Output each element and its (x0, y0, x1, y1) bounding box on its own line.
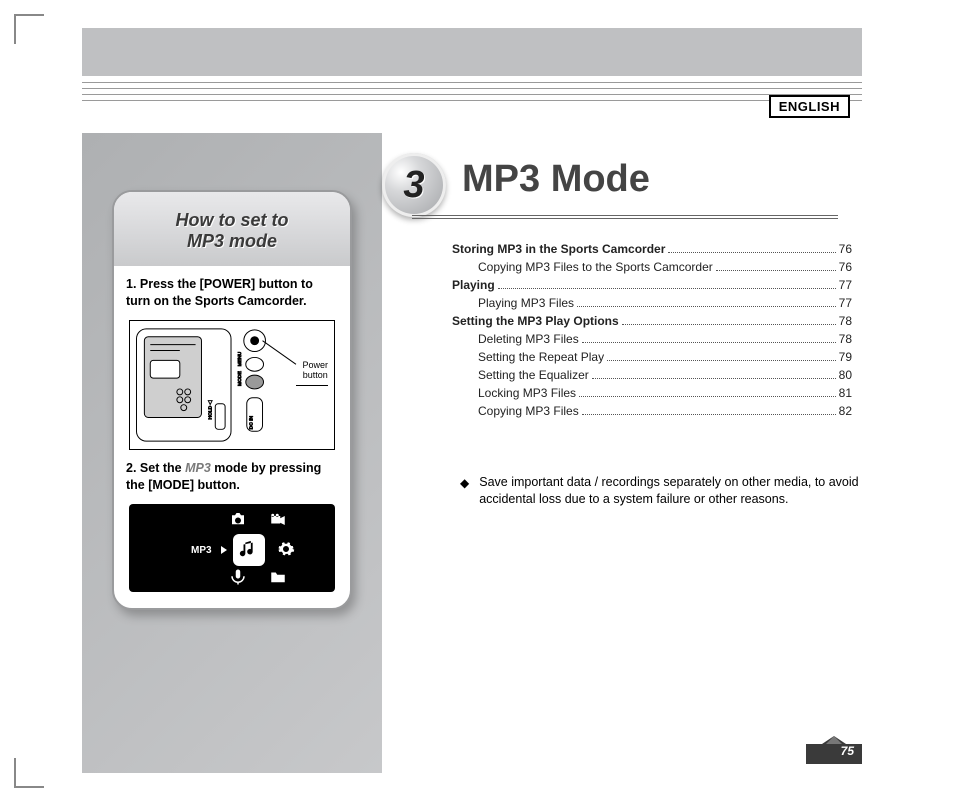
toc-page-number: 79 (839, 348, 852, 366)
toc-leader-dots (622, 314, 836, 325)
toc-leader-dots (577, 296, 836, 307)
toc-page-number: 76 (839, 240, 852, 258)
toc-row: Playing 77 (452, 276, 852, 294)
toc-label: Setting the Equalizer (478, 366, 589, 384)
power-label-line2: button (302, 371, 328, 381)
toc-page-number: 76 (839, 258, 852, 276)
crop-mark (14, 14, 44, 44)
toc-row: Setting the Equalizer 80 (452, 366, 852, 384)
toc-label: Playing (452, 276, 495, 294)
toc-row: Deleting MP3 Files 78 (452, 330, 852, 348)
diamond-bullet-icon: ◆ (460, 474, 469, 508)
lcd-mock: MP3 (129, 504, 335, 592)
svg-text:MENU: MENU (237, 351, 243, 366)
chapter-toc: Storing MP3 in the Sports Camcorder 76 Cop… (452, 240, 852, 420)
page-number-tab: 75 (806, 736, 862, 764)
step-2-mode: MP3 (185, 461, 211, 475)
svg-text:HOLD ◀: HOLD ◀ (207, 400, 213, 419)
callout-title: How to set to MP3 mode (114, 192, 350, 266)
lcd-pointer-icon (221, 546, 227, 554)
toc-leader-dots (498, 278, 836, 289)
toc-label: Storing MP3 in the Sports Camcorder (452, 240, 665, 258)
footnote-text: Save important data / recordings separat… (479, 474, 860, 508)
page-number: 75 (841, 744, 854, 758)
svg-text:MODE: MODE (237, 370, 243, 385)
chapter-title: MP3 Mode (462, 158, 650, 201)
toc-row: Copying MP3 Files 82 (452, 402, 852, 420)
chapter-number: 3 (403, 164, 424, 207)
footnote: ◆ Save important data / recordings separ… (460, 474, 860, 508)
gear-icon (277, 540, 295, 558)
howto-callout: How to set to MP3 mode 1. Press the [POW… (112, 190, 352, 610)
step-1: 1. Press the [POWER] button to turn on t… (126, 276, 338, 310)
toc-page-number: 82 (839, 402, 852, 420)
music-note-icon (238, 539, 260, 561)
manual-page: ENGLISH How to set to MP3 mode 1. Press … (82, 0, 862, 802)
toc-leader-dots (582, 404, 836, 415)
toc-row: Storing MP3 in the Sports Camcorder 76 (452, 240, 852, 258)
toc-label: Copying MP3 Files to the Sports Camcorde… (478, 258, 713, 276)
toc-row: Locking MP3 Files 81 (452, 384, 852, 402)
toc-label: Playing MP3 Files (478, 294, 574, 312)
folder-icon (269, 568, 287, 586)
step-2-number: 2. (126, 461, 136, 475)
header-rules (82, 82, 862, 104)
lcd-mp3-label: MP3 (191, 544, 212, 558)
toc-row: Copying MP3 Files to the Sports Camcorde… (452, 258, 852, 276)
microphone-icon (229, 568, 247, 586)
toc-page-number: 81 (839, 384, 852, 402)
toc-page-number: 78 (839, 330, 852, 348)
callout-title-line1: How to set to (124, 210, 340, 231)
chapter-underline (412, 215, 838, 219)
chapter-number-badge: 3 (382, 153, 446, 217)
toc-leader-dots (579, 386, 836, 397)
toc-leader-dots (668, 242, 835, 253)
movie-camera-icon (269, 510, 287, 528)
power-button-label: Power button (302, 361, 328, 381)
toc-label: Setting the Repeat Play (478, 348, 604, 366)
toc-leader-dots (582, 332, 836, 343)
toc-row: Setting the MP3 Play Options 78 (452, 312, 852, 330)
toc-page-number: 77 (839, 294, 852, 312)
toc-page-number: 77 (839, 276, 852, 294)
header-band (82, 28, 862, 76)
toc-label: Deleting MP3 Files (478, 330, 579, 348)
toc-page-number: 80 (839, 366, 852, 384)
crop-mark (14, 758, 44, 788)
callout-body: 1. Press the [POWER] button to turn on t… (114, 266, 350, 608)
step-2-prefix: Set the (140, 461, 185, 475)
toc-leader-dots (592, 368, 836, 379)
camcorder-diagram: MENU MODE DC IN HOLD ◀ Power button (129, 320, 335, 450)
toc-label: Locking MP3 Files (478, 384, 576, 402)
lcd-selected-tile (233, 534, 265, 566)
toc-row: Playing MP3 Files 77 (452, 294, 852, 312)
step-1-number: 1. (126, 277, 136, 291)
step-2: 2. Set the MP3 mode by pressing the [MOD… (126, 460, 338, 494)
toc-leader-dots (716, 260, 836, 271)
callout-title-line2: MP3 mode (124, 231, 340, 252)
toc-label: Setting the MP3 Play Options (452, 312, 619, 330)
toc-label: Copying MP3 Files (478, 402, 579, 420)
toc-leader-dots (607, 350, 836, 361)
svg-text:DC IN: DC IN (249, 415, 255, 429)
toc-row: Setting the Repeat Play 79 (452, 348, 852, 366)
toc-page-number: 78 (839, 312, 852, 330)
power-label-rule (296, 385, 328, 386)
step-1-text: Press the [POWER] button to turn on the … (126, 277, 313, 308)
camera-icon (229, 510, 247, 528)
language-badge: ENGLISH (769, 95, 850, 118)
